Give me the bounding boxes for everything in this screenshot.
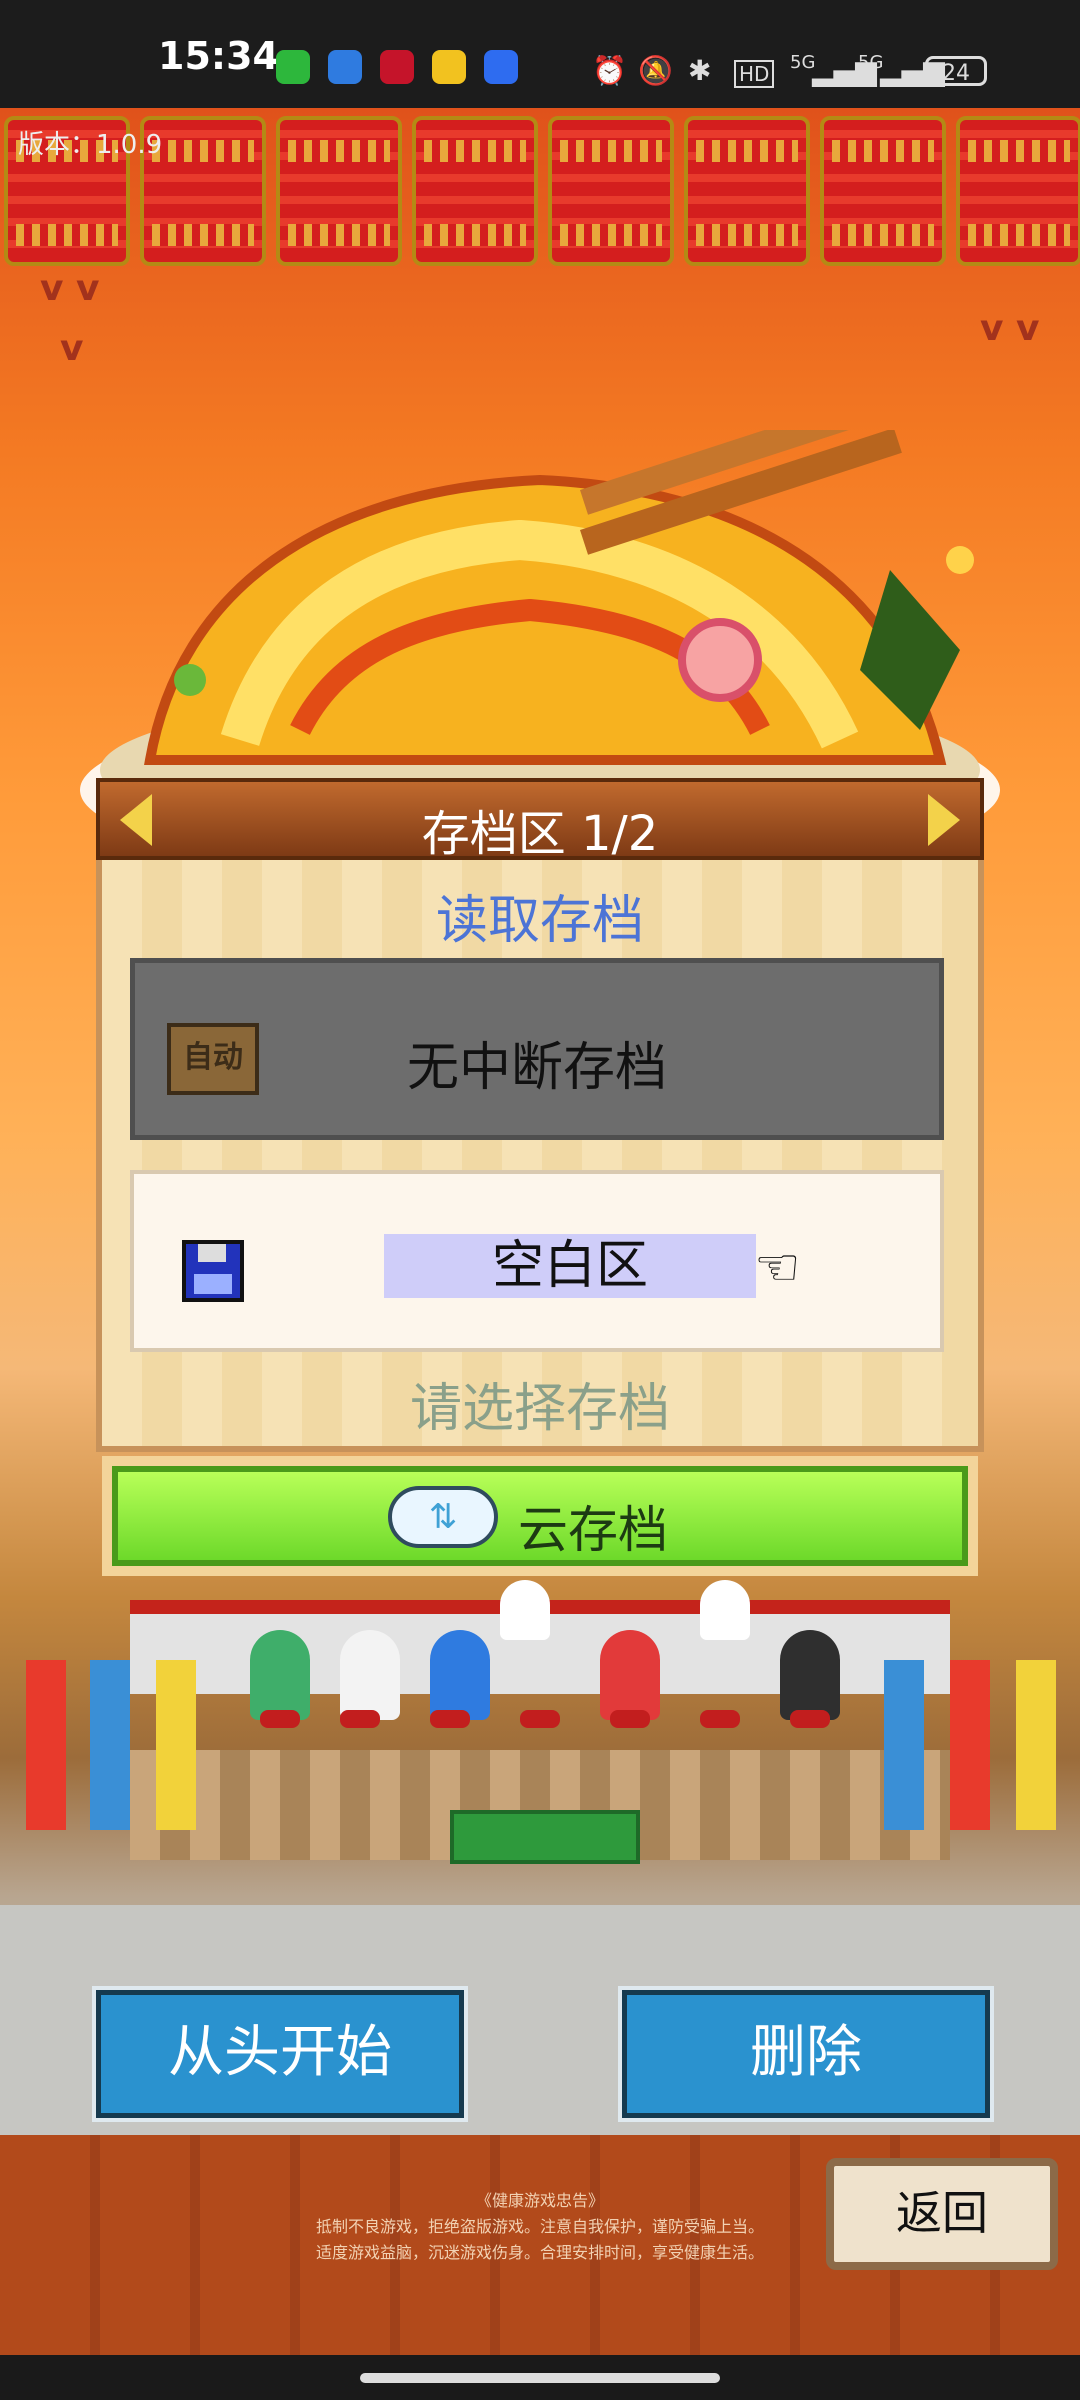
- customer-character: [600, 1630, 660, 1720]
- stool: [790, 1710, 830, 1728]
- shop-banner: [26, 1660, 66, 1830]
- lantern-decoration: [684, 116, 810, 266]
- lantern-decoration: [412, 116, 538, 266]
- alarm-icon: ⏰: [592, 54, 627, 87]
- chef-character: [500, 1580, 550, 1640]
- waiter-character: [700, 1580, 750, 1640]
- save-area-title: 存档区 1/2: [421, 806, 659, 862]
- stool: [260, 1710, 300, 1728]
- health-notice: 《健康游戏忠告》 抵制不良游戏，拒绝盗版游戏。注意自我保护，谨防受骗上当。 适度…: [260, 2188, 820, 2266]
- restart-button[interactable]: 从头开始: [92, 1986, 468, 2122]
- save-panel-header: 存档区 1/2: [96, 778, 984, 862]
- delete-button[interactable]: 删除: [618, 1986, 994, 2122]
- select-save-hint: 请选择存档: [409, 1379, 670, 1439]
- wechat-icon: [276, 50, 310, 84]
- stool: [430, 1710, 470, 1728]
- hd-icon: HD: [734, 60, 775, 88]
- stool: [520, 1710, 560, 1728]
- customer-character: [340, 1630, 400, 1720]
- navigation-bar: [0, 2355, 1080, 2400]
- lantern-decoration: [956, 116, 1080, 266]
- lantern-decoration: [276, 116, 402, 266]
- back-button[interactable]: 返回: [826, 2158, 1058, 2270]
- customer-character: [430, 1630, 490, 1720]
- customer-character: [250, 1630, 310, 1720]
- bird-decoration: v: [60, 328, 84, 369]
- empty-save-slot[interactable]: 空白区 ☜: [130, 1170, 944, 1352]
- stool: [340, 1710, 380, 1728]
- battery-indicator: 24: [925, 56, 987, 86]
- shop-banner: [1016, 1660, 1056, 1830]
- weather-icon: [328, 50, 362, 84]
- pointing-hand-icon: ☜: [754, 1238, 801, 1298]
- status-time: 15:34: [158, 34, 279, 78]
- lantern-decoration: [548, 116, 674, 266]
- cloud-sync-icon: ⇅: [388, 1486, 498, 1548]
- shop-banner: [950, 1660, 990, 1830]
- customer-character: [780, 1630, 840, 1720]
- bird-decoration: v v: [40, 268, 100, 309]
- home-gesture-handle[interactable]: [360, 2373, 720, 2383]
- cloud-save-button[interactable]: ⇅ 云存档: [102, 1456, 978, 1576]
- lantern-decoration: [820, 116, 946, 266]
- load-save-title: 读取存档: [435, 891, 644, 951]
- health-notice-line-2: 适度游戏益脑，沉迷游戏伤身。合理安排时间，享受健康生活。: [315, 2243, 764, 2262]
- stool: [610, 1710, 650, 1728]
- weibo-icon: [432, 50, 466, 84]
- entrance-mat: [450, 1810, 640, 1864]
- shop-banner: [90, 1660, 130, 1830]
- news-icon: [380, 50, 414, 84]
- auto-save-label: 无中断存档: [406, 1038, 667, 1098]
- app-icon: [484, 50, 518, 84]
- floppy-disk-icon: [182, 1240, 244, 1302]
- bluetooth-icon: ✱: [688, 54, 712, 87]
- shop-banner: [156, 1660, 196, 1830]
- shop-banner: [884, 1660, 924, 1830]
- status-bar: 15:34 ⏰ 🔕 ✱ HD 5G ▂▄▆ 5G ▂▄▆ 24: [0, 0, 1080, 108]
- mute-icon: 🔕: [638, 54, 673, 87]
- auto-save-slot[interactable]: 自动 无中断存档: [130, 958, 944, 1140]
- next-page-arrow-icon[interactable]: [928, 794, 960, 846]
- health-notice-title: 《健康游戏忠告》: [475, 2191, 604, 2210]
- stool: [700, 1710, 740, 1728]
- version-label: 版本：1.0.9: [18, 130, 163, 160]
- empty-slot-label: 空白区: [384, 1234, 756, 1298]
- bird-decoration: v v: [980, 308, 1040, 349]
- cloud-save-label: 云存档: [518, 1501, 668, 1559]
- health-notice-line-1: 抵制不良游戏，拒绝盗版游戏。注意自我保护，谨防受骗上当。: [315, 2217, 764, 2236]
